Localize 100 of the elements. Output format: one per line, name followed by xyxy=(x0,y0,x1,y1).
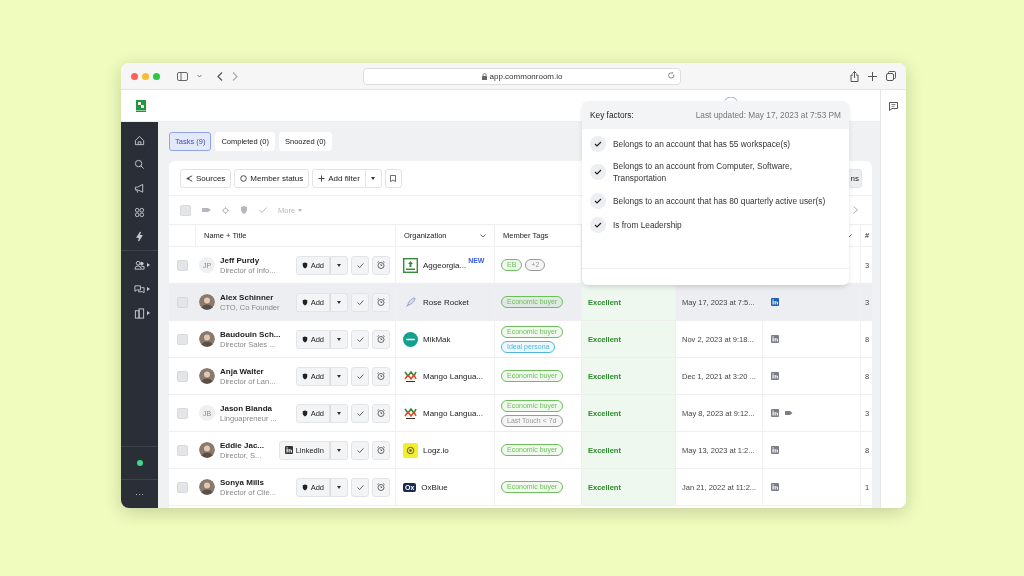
organization-name[interactable]: Mango Langua... xyxy=(423,371,484,381)
shield-icon[interactable] xyxy=(240,206,248,214)
search-icon[interactable] xyxy=(134,158,145,170)
dropdown-button[interactable] xyxy=(330,440,348,460)
plus-icon[interactable] xyxy=(868,71,877,81)
alarm-clock-icon xyxy=(377,335,385,343)
alarm-clock-icon xyxy=(377,483,385,491)
building-icon[interactable] xyxy=(134,307,145,319)
address-bar[interactable]: app.commonroom.io xyxy=(363,67,681,85)
expand-icon[interactable] xyxy=(147,311,150,315)
row-checkbox[interactable] xyxy=(176,370,188,382)
row-checkbox[interactable] xyxy=(176,259,188,271)
tabs-icon[interactable] xyxy=(886,71,896,81)
filter-button[interactable]: Member status xyxy=(234,168,310,188)
dropdown-button[interactable] xyxy=(330,403,348,423)
chat-icon[interactable] xyxy=(134,283,145,295)
close-button[interactable] xyxy=(131,72,138,80)
more-menu[interactable]: ··· xyxy=(135,482,144,508)
row-checkbox[interactable] xyxy=(176,333,188,345)
select-all-checkbox[interactable] xyxy=(180,204,191,216)
lightning-icon[interactable] xyxy=(134,230,145,242)
member-name[interactable]: Alex Schinner xyxy=(220,292,291,302)
member-name[interactable]: Anja Walter xyxy=(220,366,291,376)
avatar xyxy=(199,479,215,495)
check-icon xyxy=(356,410,364,416)
zoom-button[interactable] xyxy=(153,72,160,80)
organization-name[interactable]: Aggeorgia... xyxy=(423,260,467,270)
organization-name[interactable]: Logz.io xyxy=(423,445,449,455)
linkedin-icon[interactable] xyxy=(771,298,779,306)
dropdown-button[interactable] xyxy=(330,292,348,312)
shield-icon xyxy=(301,335,308,343)
chevron-right-icon[interactable] xyxy=(853,206,858,214)
organization-name[interactable]: OxBlue xyxy=(421,482,448,492)
organization-logo xyxy=(403,331,418,347)
dropdown-button[interactable] xyxy=(330,329,348,349)
shield-icon xyxy=(301,483,308,491)
circle-icon xyxy=(240,174,248,182)
check-icon xyxy=(590,192,606,209)
check-icon xyxy=(590,216,606,233)
row-checkbox[interactable] xyxy=(176,407,188,419)
home-icon[interactable] xyxy=(134,134,145,146)
reload-icon[interactable] xyxy=(668,71,675,79)
chevron-down-icon[interactable] xyxy=(480,233,486,238)
check-icon xyxy=(356,262,364,268)
alarm-clock-icon xyxy=(377,372,385,380)
back-icon[interactable] xyxy=(217,71,223,81)
member-name[interactable]: Jason Blanda xyxy=(220,403,291,413)
linkedin-icon[interactable] xyxy=(771,372,779,380)
dropdown-button[interactable] xyxy=(330,366,348,386)
check-icon xyxy=(356,484,364,490)
member-name[interactable]: Jeff Purdy xyxy=(220,255,291,265)
organization-name[interactable]: Rose Rocket xyxy=(423,297,469,307)
linkedin-icon[interactable] xyxy=(771,446,779,454)
tag-icon[interactable] xyxy=(202,207,211,213)
avatar xyxy=(199,294,215,310)
snooze-button[interactable] xyxy=(372,477,390,497)
linkedin-icon[interactable] xyxy=(771,483,779,491)
row-checkbox[interactable] xyxy=(176,444,188,456)
snooze-button[interactable] xyxy=(372,366,390,386)
member-name[interactable]: Eddie Jac... xyxy=(220,440,274,450)
member-name[interactable]: Baudouin Sch... xyxy=(220,329,291,339)
logo-icon[interactable] xyxy=(136,99,146,112)
last-updated-text: Last updated: May 17, 2023 at 7:53 PM xyxy=(695,110,841,120)
sidebar-icon[interactable] xyxy=(177,71,188,81)
comment-icon[interactable] xyxy=(889,102,898,111)
apps-icon[interactable] xyxy=(134,206,145,218)
dropdown-button[interactable] xyxy=(330,477,348,497)
linkedin-icon xyxy=(284,446,293,454)
linkedin-icon[interactable] xyxy=(771,335,779,343)
share-icon[interactable] xyxy=(850,70,859,82)
snooze-button[interactable] xyxy=(372,292,390,312)
key-factor: Belongs to an account from Computer, Software, Transportation xyxy=(613,160,793,185)
dropdown-button[interactable] xyxy=(330,255,348,275)
spinner-icon xyxy=(724,97,738,101)
member-name[interactable]: Sonya Mills xyxy=(220,477,291,487)
megaphone-icon[interactable] xyxy=(134,182,145,194)
organization-name[interactable]: MikMak xyxy=(423,334,451,344)
check-icon xyxy=(356,447,364,453)
linkedin-icon[interactable] xyxy=(771,409,779,417)
expand-icon[interactable] xyxy=(147,263,150,267)
snooze-button[interactable] xyxy=(372,403,390,423)
filter-button[interactable]: Sources xyxy=(180,168,232,188)
organization-name[interactable]: Mango Langua... xyxy=(423,408,484,418)
snooze-button[interactable] xyxy=(372,440,390,460)
tag-icon[interactable] xyxy=(784,410,793,416)
move-icon[interactable] xyxy=(222,206,229,214)
check-icon[interactable] xyxy=(259,207,267,213)
chevron-down-icon[interactable] xyxy=(846,233,852,238)
forward-icon[interactable] xyxy=(232,71,238,81)
snooze-button[interactable] xyxy=(372,255,390,275)
check-icon xyxy=(356,299,364,305)
snooze-button[interactable] xyxy=(372,329,390,349)
plus-icon xyxy=(318,174,326,182)
organization-logo xyxy=(403,442,418,458)
row-checkbox[interactable] xyxy=(176,481,188,493)
people-icon[interactable] xyxy=(134,259,145,271)
bookmark-button[interactable] xyxy=(384,168,402,188)
add-filter-button[interactable]: Add filter xyxy=(312,168,366,188)
check-icon xyxy=(356,336,364,342)
expand-icon[interactable] xyxy=(147,287,150,291)
